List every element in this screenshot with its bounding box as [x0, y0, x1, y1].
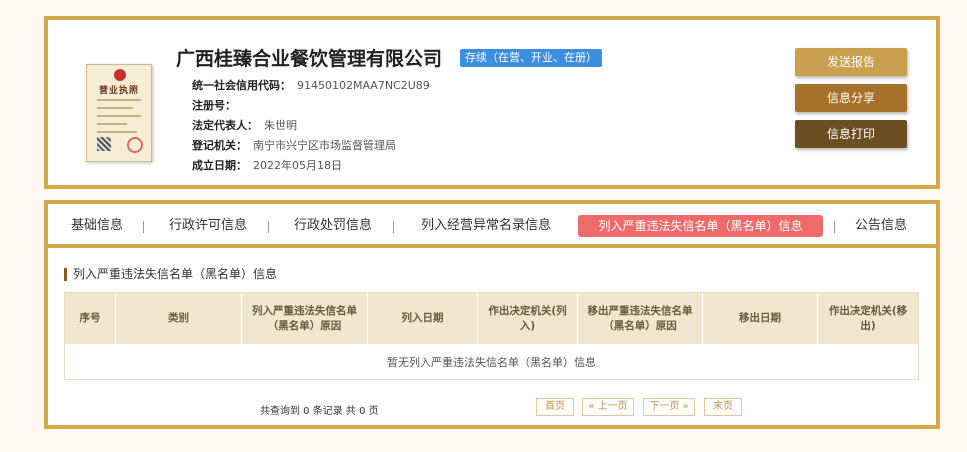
column-header: 列入严重违法失信名单（黑名单）原因: [242, 293, 368, 344]
establishment-date-label: 成立日期：: [192, 159, 247, 172]
detail-card: 基础信息 行政许可信息 行政处罚信息 列入经营异常名录信息 列入严重违法失信名单…: [44, 200, 940, 429]
registration-authority-row: 登记机关： 南宁市兴宁区市场监督管理局: [192, 137, 396, 153]
tab-blacklist[interactable]: 列入严重违法失信名单（黑名单）信息: [578, 215, 823, 237]
prev-page-button[interactable]: « 上一页: [582, 398, 634, 416]
column-header: 列入日期: [368, 293, 478, 344]
registration-authority-value: 南宁市兴宁区市场监督管理局: [253, 139, 396, 152]
tab-basic-info[interactable]: 基础信息: [69, 215, 125, 237]
qr-code-icon: [97, 137, 111, 151]
national-emblem-icon: [114, 69, 126, 81]
pagination-summary: 共查询到 0 条记录 共 0 页: [260, 406, 379, 417]
credit-code-label: 统一社会信用代码：: [192, 79, 291, 92]
tab-administrative-license[interactable]: 行政许可信息: [166, 215, 250, 237]
column-header: 移出日期: [703, 293, 818, 344]
next-page-button[interactable]: 下一页 »: [643, 398, 695, 416]
column-header: 作出决定机关(列入): [478, 293, 578, 344]
tab-divider: [393, 221, 394, 233]
column-header: 类别: [116, 293, 242, 344]
status-badge: 存续（在营、开业、在册）: [460, 49, 602, 67]
empty-table-message: 暂无列入严重违法失信名单（黑名单）信息: [65, 344, 918, 379]
credit-code-row: 统一社会信用代码： 91450102MAA7NC2U89: [192, 77, 430, 93]
license-title: 营业执照: [98, 86, 139, 96]
legal-representative-label: 法定代表人：: [192, 119, 258, 132]
registration-authority-label: 登记机关：: [192, 139, 247, 152]
credit-code-value: 91450102MAA7NC2U89: [297, 79, 430, 92]
legal-representative-value: 朱世明: [264, 119, 297, 132]
tab-bar: 基础信息 行政许可信息 行政处罚信息 列入经营异常名录信息 列入严重违法失信名单…: [48, 204, 936, 248]
establishment-date-row: 成立日期： 2022年05月18日: [192, 157, 342, 173]
tab-announcements[interactable]: 公告信息: [852, 215, 910, 237]
send-report-button[interactable]: 发送报告: [795, 48, 907, 76]
column-header: 序号: [65, 293, 116, 344]
first-page-button[interactable]: 首页: [536, 398, 574, 416]
license-text-line: [97, 115, 141, 117]
tab-divider: [143, 221, 144, 233]
share-info-button[interactable]: 信息分享: [795, 84, 907, 112]
tab-abnormal-operation[interactable]: 列入经营异常名录信息: [414, 215, 558, 237]
blacklist-table: 序号 类别 列入严重违法失信名单（黑名单）原因 列入日期 作出决定机关(列入) …: [64, 292, 919, 380]
tab-divider: [834, 221, 835, 233]
last-page-button[interactable]: 末页: [704, 398, 742, 416]
business-license-image[interactable]: 营业执照: [86, 64, 152, 162]
company-name: 广西桂臻合业餐饮管理有限公司: [176, 48, 443, 70]
column-header: 作出决定机关(移出): [828, 304, 908, 332]
registration-number-label: 注册号：: [192, 99, 236, 112]
table-header: 序号 类别 列入严重违法失信名单（黑名单）原因 列入日期 作出决定机关(列入) …: [65, 293, 918, 344]
registration-number-row: 注册号：: [192, 97, 242, 113]
license-text-line: [97, 123, 127, 125]
print-info-button[interactable]: 信息打印: [795, 120, 907, 148]
company-summary-card: 营业执照 广西桂臻合业餐饮管理有限公司 存续（在营、开业、在册） 统一社会信用代…: [44, 16, 940, 189]
tab-administrative-penalty[interactable]: 行政处罚信息: [291, 215, 375, 237]
column-header: 移出严重违法失信名单（黑名单）原因: [578, 293, 703, 344]
establishment-date-value: 2022年05月18日: [253, 159, 342, 172]
license-text-line: [97, 99, 141, 101]
license-text-line: [97, 107, 133, 109]
legal-representative-row: 法定代表人： 朱世明: [192, 117, 297, 133]
license-text-line: [97, 131, 137, 133]
tab-divider: [268, 221, 269, 233]
section-title: 列入严重违法失信名单（黑名单）信息: [64, 268, 277, 281]
official-seal-icon: [127, 137, 143, 153]
